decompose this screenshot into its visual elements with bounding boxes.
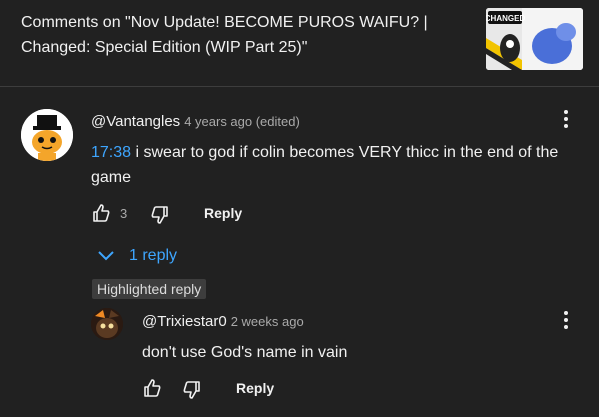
reply-avatar[interactable] xyxy=(91,308,123,340)
thumbs-down-icon xyxy=(183,381,200,399)
kebab-vertical-icon xyxy=(564,311,568,315)
comment-text: i swear to god if colin becomes VERY thi… xyxy=(91,144,559,186)
page-title: Comments on "Nov Update! BECOME PUROS WA… xyxy=(21,14,428,56)
reply-dislike-button[interactable] xyxy=(182,380,202,400)
dislike-button[interactable] xyxy=(150,205,170,225)
comment-author: @Vantangles 4 years ago (edited) xyxy=(91,113,300,130)
thumbs-down-icon xyxy=(151,206,168,224)
thumbs-up-icon xyxy=(144,379,161,397)
reply-button[interactable]: Reply xyxy=(204,205,242,221)
thumbs-up-icon xyxy=(93,204,110,222)
thumbnail-logo-text: CHANGED xyxy=(486,14,525,23)
chevron-down-icon xyxy=(98,251,114,261)
highlighted-reply-badge: Highlighted reply xyxy=(92,279,207,299)
reply-reply-button[interactable]: Reply xyxy=(236,380,274,396)
reply-text: don't use God's name in vain xyxy=(142,344,348,361)
reply-like-button[interactable] xyxy=(142,378,162,398)
replies-count-label: 1 reply xyxy=(129,247,178,264)
timestamp-link[interactable]: 17:38 xyxy=(91,144,131,161)
video-thumbnail[interactable]: CHANGED xyxy=(486,8,583,70)
reply-author: @Trixiestar0 2 weeks ago xyxy=(142,313,304,330)
header-divider xyxy=(0,86,599,87)
reply-meta: 2 weeks ago xyxy=(230,314,304,329)
comments-header: Comments on "Nov Update! BECOME PUROS WA… xyxy=(0,0,599,86)
like-button[interactable] xyxy=(91,203,111,223)
more-actions-button[interactable] xyxy=(563,110,569,131)
reply-author-handle[interactable]: @Trixiestar0 xyxy=(142,313,227,330)
like-count: 3 xyxy=(120,206,128,221)
replies-toggle[interactable]: 1 reply xyxy=(96,243,177,269)
comment-meta: 4 years ago (edited) xyxy=(184,114,300,129)
avatar[interactable] xyxy=(21,109,73,161)
kebab-vertical-icon xyxy=(564,110,568,114)
author-handle[interactable]: @Vantangles xyxy=(91,113,180,130)
comment-body: 17:38 i swear to god if colin becomes VE… xyxy=(91,140,571,190)
reply-more-actions-button[interactable] xyxy=(563,311,569,332)
